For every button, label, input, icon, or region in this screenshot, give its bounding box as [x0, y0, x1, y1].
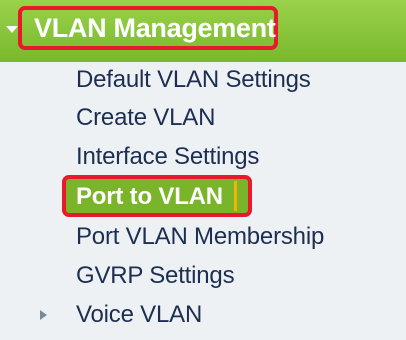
menu-item-port-vlan-membership[interactable]: Port VLAN Membership — [76, 223, 324, 251]
menu-item-voice-vlan[interactable]: Voice VLAN — [76, 301, 202, 329]
menu-item-label: Port to VLAN — [76, 183, 223, 210]
cursor-caret — [234, 181, 237, 211]
menu-item-port-to-vlan[interactable]: Port to VLAN — [62, 175, 252, 217]
triangle-down-icon — [6, 26, 18, 33]
menu-item-interface-settings[interactable]: Interface Settings — [76, 143, 259, 171]
menu-item-gvrp-settings[interactable]: GVRP Settings — [76, 262, 235, 290]
menu-item-default-vlan-settings[interactable]: Default VLAN Settings — [76, 66, 311, 94]
menu-item-create-vlan[interactable]: Create VLAN — [76, 104, 215, 132]
section-title: VLAN Management — [34, 13, 276, 43]
triangle-right-icon[interactable] — [40, 310, 47, 320]
section-header-vlan-management[interactable]: VLAN Management — [0, 0, 406, 62]
nav-menu: VLAN Management Default VLAN Settings Cr… — [0, 0, 406, 340]
